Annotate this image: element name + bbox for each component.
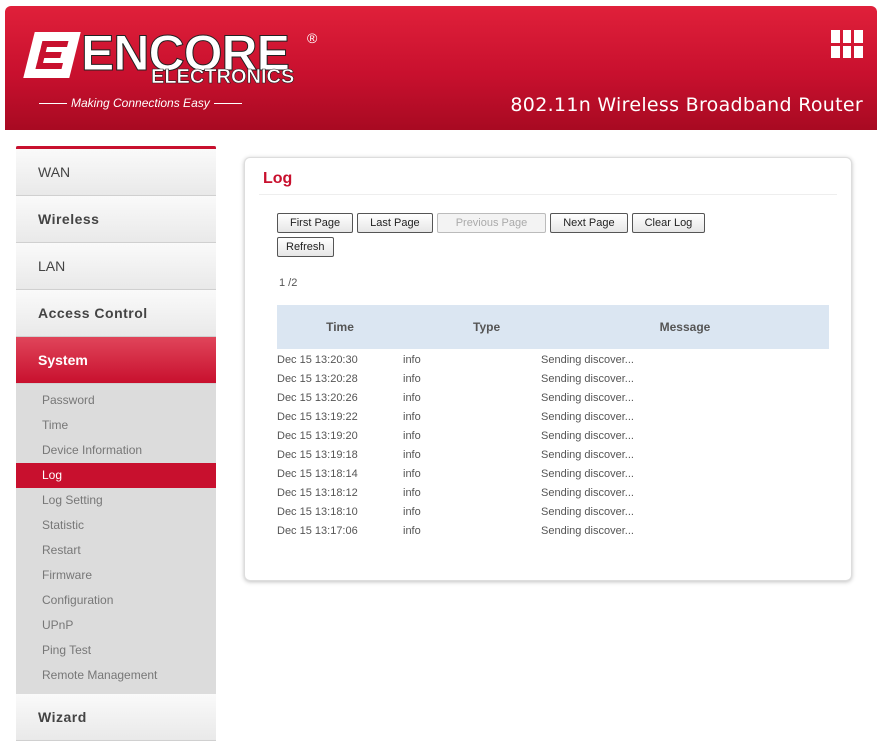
logo-tagline: Making Connections Easy <box>35 96 246 110</box>
cell-type: info <box>403 525 421 537</box>
cell-time: Dec 15 13:18:12 <box>277 487 358 499</box>
table-row: Dec 15 13:18:14 info Sending discover... <box>277 465 829 484</box>
cell-message: Sending discover... <box>541 373 634 385</box>
table-row: Dec 15 13:19:20 info Sending discover... <box>277 427 829 446</box>
cell-time: Dec 15 13:19:20 <box>277 430 358 442</box>
cell-message: Sending discover... <box>541 525 634 537</box>
table-row: Dec 15 13:17:06 info Sending discover... <box>277 522 829 541</box>
submenu-item-statistic[interactable]: Statistic <box>16 513 216 538</box>
refresh-button[interactable]: Refresh <box>277 237 334 257</box>
cell-message: Sending discover... <box>541 392 634 404</box>
column-header-message: Message <box>541 305 829 349</box>
submenu-item-firmware[interactable]: Firmware <box>16 563 216 588</box>
first-page-button[interactable]: First Page <box>277 213 354 233</box>
grid-icon <box>831 30 863 58</box>
cell-message: Sending discover... <box>541 354 634 366</box>
sidebar-item-access-control[interactable]: Access Control <box>16 290 216 337</box>
table-row: Dec 15 13:18:12 info Sending discover... <box>277 484 829 503</box>
clear-log-button[interactable]: Clear Log <box>631 213 706 233</box>
tagline-text: Making Connections Easy <box>71 96 210 110</box>
submenu-item-ping-test[interactable]: Ping Test <box>16 638 216 663</box>
header-banner: ENCORE ® ELECTRONICS Making Connections … <box>5 6 877 130</box>
submenu-item-password[interactable]: Password <box>16 388 216 413</box>
logo-registered-mark: ® <box>307 30 318 46</box>
page-title: Log <box>263 170 293 187</box>
cell-time: Dec 15 13:20:30 <box>277 354 358 366</box>
column-header-time: Time <box>277 305 403 349</box>
encore-logo-icon <box>23 32 81 78</box>
column-header-type: Type <box>403 305 541 349</box>
cell-message: Sending discover... <box>541 430 634 442</box>
product-title: 802.11n Wireless Broadband Router <box>510 94 863 116</box>
submenu-item-device-information[interactable]: Device Information <box>16 438 216 463</box>
submenu-item-configuration[interactable]: Configuration <box>16 588 216 613</box>
cell-message: Sending discover... <box>541 487 634 499</box>
next-page-button[interactable]: Next Page <box>550 213 628 233</box>
cell-type: info <box>403 430 421 442</box>
submenu-item-upnp[interactable]: UPnP <box>16 613 216 638</box>
cell-type: info <box>403 392 421 404</box>
sidebar-nav: WAN Wireless LAN Access Control System P… <box>16 146 216 741</box>
log-table-body: Dec 15 13:20:30 info Sending discover... De… <box>277 349 829 541</box>
sidebar-item-wan[interactable]: WAN <box>16 149 216 196</box>
table-row: Dec 15 13:18:10 info Sending discover... <box>277 503 829 522</box>
cell-type: info <box>403 373 421 385</box>
cell-time: Dec 15 13:18:10 <box>277 506 358 518</box>
cell-message: Sending discover... <box>541 449 634 461</box>
submenu-item-log-setting[interactable]: Log Setting <box>16 488 216 513</box>
cell-time: Dec 15 13:18:14 <box>277 468 358 480</box>
last-page-button[interactable]: Last Page <box>357 213 433 233</box>
cell-type: info <box>403 411 421 423</box>
submenu-item-log[interactable]: Log <box>16 463 216 488</box>
sidebar-item-system[interactable]: System <box>16 337 216 384</box>
encore-logo: ENCORE ® ELECTRONICS Making Connections … <box>23 25 319 120</box>
submenu-item-remote-management[interactable]: Remote Management <box>16 663 216 688</box>
cell-message: Sending discover... <box>541 506 634 518</box>
submenu-item-restart[interactable]: Restart <box>16 538 216 563</box>
table-row: Dec 15 13:20:30 info Sending discover... <box>277 349 829 370</box>
cell-type: info <box>403 449 421 461</box>
log-toolbar: First Page Last Page Previous Page Next Pag… <box>277 213 837 261</box>
cell-type: info <box>403 354 421 366</box>
title-divider <box>259 194 837 195</box>
system-submenu: Password Time Device Information Log Log… <box>16 384 216 694</box>
cell-time: Dec 15 13:17:06 <box>277 525 358 537</box>
sidebar-item-lan[interactable]: LAN <box>16 243 216 290</box>
table-header-row: Time Type Message <box>277 305 829 349</box>
table-row: Dec 15 13:19:18 info Sending discover... <box>277 446 829 465</box>
cell-time: Dec 15 13:19:18 <box>277 449 358 461</box>
cell-message: Sending discover... <box>541 468 634 480</box>
submenu-item-time[interactable]: Time <box>16 413 216 438</box>
cell-time: Dec 15 13:19:22 <box>277 411 358 423</box>
log-panel: Log First Page Last Page Previous Page Next… <box>244 157 852 581</box>
table-row: Dec 15 13:19:22 info Sending discover... <box>277 408 829 427</box>
cell-type: info <box>403 487 421 499</box>
cell-type: info <box>403 506 421 518</box>
cell-type: info <box>403 468 421 480</box>
table-row: Dec 15 13:20:28 info Sending discover... <box>277 370 829 389</box>
cell-message: Sending discover... <box>541 411 634 423</box>
sidebar-item-wizard[interactable]: Wizard <box>16 694 216 741</box>
page-indicator: 1 /2 <box>279 277 298 289</box>
cell-time: Dec 15 13:20:26 <box>277 392 358 404</box>
table-row: Dec 15 13:20:26 info Sending discover... <box>277 389 829 408</box>
log-table: Time Type Message Dec 15 13:20:30 info Sen… <box>277 305 829 541</box>
sidebar-item-wireless[interactable]: Wireless <box>16 196 216 243</box>
logo-subtitle: ELECTRONICS <box>151 66 295 89</box>
cell-time: Dec 15 13:20:28 <box>277 373 358 385</box>
previous-page-button[interactable]: Previous Page <box>436 213 547 233</box>
